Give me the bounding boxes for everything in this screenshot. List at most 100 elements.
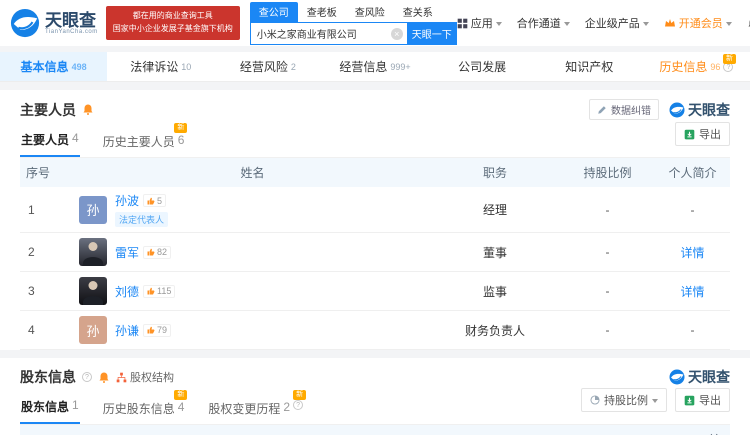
- clear-search-icon[interactable]: ×: [390, 27, 403, 40]
- nav-apps-label: 应用: [470, 18, 493, 30]
- monitor-bell-icon[interactable]: [98, 371, 110, 384]
- row-index: 4: [20, 310, 75, 350]
- member-name-link[interactable]: 孙谦: [115, 322, 139, 339]
- export-excel-icon: [684, 129, 695, 139]
- company-tabbar: 基本信息 498 法律诉讼 10 经营风险 2 经营信息 999+ 公司发展 知…: [0, 52, 750, 82]
- tab-label: 历史信息: [659, 60, 708, 74]
- nav-enterprise-products[interactable]: 企业级产品: [585, 15, 649, 31]
- tianyancha-logo[interactable]: 天眼查 TianYanCha.com: [10, 8, 98, 38]
- tab-label: 经营信息: [339, 60, 388, 74]
- like-badge[interactable]: 115: [143, 284, 176, 298]
- tab-company-development[interactable]: 公司发展: [429, 52, 536, 81]
- monitor-bell-icon[interactable]: [82, 103, 94, 116]
- like-badge[interactable]: 79: [143, 323, 172, 337]
- tianyancha-logo-icon: [669, 102, 685, 117]
- ratio-filter-button[interactable]: 持股比例: [581, 388, 667, 412]
- nav-apps[interactable]: 应用: [457, 15, 502, 31]
- nav-open-vip[interactable]: 开通会员: [664, 15, 732, 31]
- like-count: 82: [157, 247, 168, 257]
- tab-count: 96: [710, 61, 721, 72]
- search-tab-relation[interactable]: 查关系: [394, 2, 442, 22]
- search-tab-risk[interactable]: 查风险: [346, 2, 394, 22]
- new-badge: 新: [293, 390, 307, 400]
- tab-label: 经营风险: [239, 60, 288, 74]
- col-name: 姓名: [75, 158, 430, 187]
- col-first-date[interactable]: 首次持股日期: [615, 425, 699, 435]
- nav-cooperation[interactable]: 合作通道: [517, 15, 570, 31]
- member-position: 董事: [430, 232, 560, 272]
- like-badge[interactable]: 82: [143, 245, 172, 259]
- shareholders-table: 序号 股东名称 持股比例 认缴出资额(万元) 认缴出资日期 首次持股日期 关联产…: [20, 425, 730, 435]
- subtab-count: 4: [72, 131, 79, 145]
- tianyancha-logo-icon: [669, 369, 685, 385]
- nav-open-vip-label: 开通会员: [678, 18, 723, 30]
- top-nav: 应用 合作通道 企业级产品 开通会员 费米: [457, 15, 750, 31]
- ratio-filter-label: 持股比例: [604, 395, 648, 407]
- equity-structure-link[interactable]: 股权结构: [116, 369, 174, 385]
- pencil-icon: [598, 105, 606, 114]
- col-no: 序号: [20, 158, 75, 187]
- col-date[interactable]: 认缴出资日期: [532, 425, 615, 435]
- tab-operation-info[interactable]: 经营信息 999+: [321, 52, 428, 81]
- member-position: 财务负责人: [430, 310, 560, 350]
- like-count: 79: [157, 325, 168, 335]
- search-area: 查公司 查老板 查风险 查关系 × 天眼一下: [249, 1, 457, 45]
- member-ratio: -: [560, 271, 655, 311]
- members-export-button[interactable]: 导出: [675, 122, 730, 146]
- crown-icon: [664, 19, 675, 27]
- member-name-link[interactable]: 雷军: [115, 244, 139, 261]
- shareholders-section-title: 股东信息: [20, 369, 76, 385]
- like-badge[interactable]: 5: [143, 194, 167, 207]
- subtab-current-members[interactable]: 主要人员 4: [20, 128, 80, 157]
- row-index: 2: [20, 232, 75, 272]
- subtab-count: 4: [177, 400, 185, 414]
- tab-history-info[interactable]: 新 历史信息 96 ?: [643, 52, 750, 81]
- chevron-down-icon: [725, 21, 732, 26]
- search-button[interactable]: 天眼一下: [406, 21, 457, 45]
- tab-basic-info[interactable]: 基本信息 498: [0, 52, 108, 81]
- tab-label: 公司发展: [458, 60, 507, 74]
- member-profile: -: [655, 187, 730, 233]
- subtab-count: 1: [72, 398, 79, 412]
- tianyancha-logo-icon: [10, 8, 40, 38]
- subtab-shareholders[interactable]: 股东信息 1: [20, 395, 80, 424]
- slogan-banner: 都在用的商业查询工具 国家中小企业发展子基金旗下机构: [105, 6, 240, 40]
- member-detail-link[interactable]: 详情: [680, 285, 704, 299]
- tab-label: 知识产权: [565, 60, 614, 74]
- chevron-down-icon: [642, 21, 649, 26]
- avatar-photo[interactable]: [79, 277, 107, 305]
- search-tab-company[interactable]: 查公司: [249, 1, 298, 22]
- col-position: 职务: [430, 158, 560, 187]
- export-label: 导出: [699, 129, 721, 141]
- slogan-line-2: 国家中小企业发展子基金旗下机构: [112, 24, 233, 33]
- subtab-history-members[interactable]: 新 历史主要人员 6: [102, 123, 188, 157]
- member-name-link[interactable]: 孙波: [115, 192, 139, 209]
- avatar[interactable]: 孙: [79, 195, 107, 224]
- col-ratio: 持股比例: [560, 158, 655, 187]
- col-no: 序号: [20, 425, 63, 435]
- avatar-photo[interactable]: [79, 238, 107, 266]
- equity-structure-label: 股权结构: [130, 372, 174, 384]
- col-ratio[interactable]: 持股比例: [360, 425, 433, 435]
- search-input[interactable]: [249, 21, 407, 45]
- data-correction-button[interactable]: 数据纠错: [589, 99, 659, 120]
- tab-count: 10: [181, 61, 192, 72]
- col-amount[interactable]: 认缴出资额(万元): [432, 425, 533, 435]
- avatar[interactable]: 孙: [79, 316, 107, 344]
- subtab-label: 股东信息: [21, 400, 70, 414]
- search-tab-boss[interactable]: 查老板: [298, 2, 346, 22]
- subtab-history-shareholders[interactable]: 新 历史股东信息 4: [102, 390, 188, 424]
- member-detail-link[interactable]: 详情: [680, 246, 704, 260]
- tab-legal-litigation[interactable]: 法律诉讼 10: [107, 52, 214, 81]
- tab-intellectual-property[interactable]: 知识产权: [536, 52, 643, 81]
- tab-label: 法律诉讼: [130, 60, 179, 74]
- tab-operation-risk[interactable]: 经营风险 2: [214, 52, 321, 81]
- help-icon[interactable]: ?: [293, 400, 304, 410]
- tab-count: 999+: [390, 61, 411, 72]
- col-related-product: 关联产品/机构: [698, 425, 730, 435]
- subtab-equity-change-history[interactable]: 新 股权变更历程 2 ?: [207, 390, 307, 424]
- member-row: 2 雷军 82 董事 - 详情: [20, 232, 730, 272]
- shareholders-export-button[interactable]: 导出: [675, 388, 730, 412]
- help-icon[interactable]: ?: [82, 372, 92, 382]
- member-name-link[interactable]: 刘德: [115, 283, 139, 300]
